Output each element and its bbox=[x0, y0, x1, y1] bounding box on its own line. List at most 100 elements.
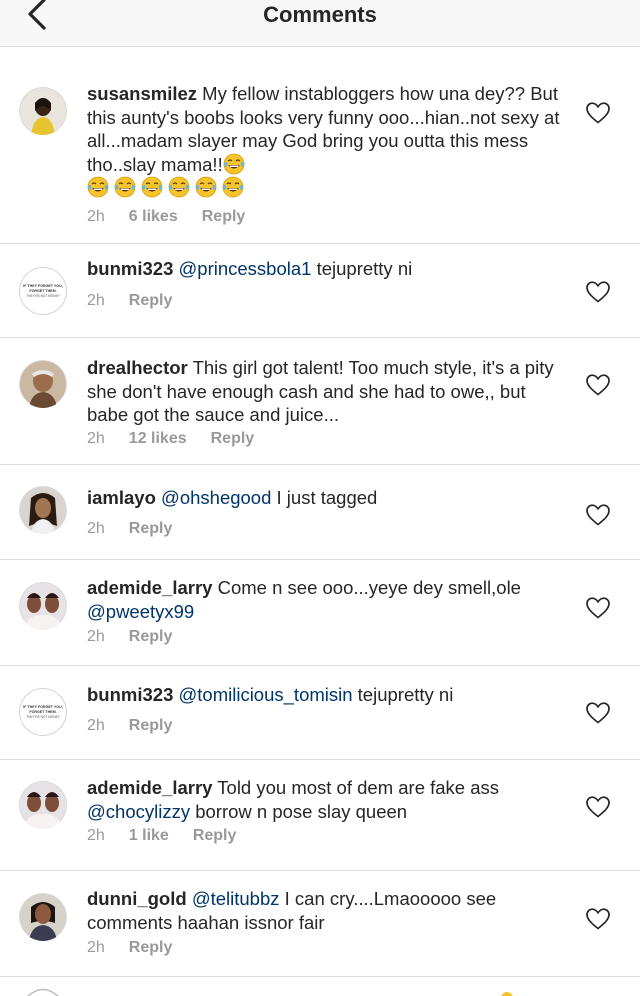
avatar-text-line: IF THEY FORGET YOU, bbox=[23, 705, 62, 709]
comment-likes[interactable]: 6 likes bbox=[129, 208, 178, 226]
heart-icon bbox=[586, 281, 610, 303]
comment-body: Come n see ooo...yeye dey smell,ole bbox=[217, 577, 521, 598]
comment-body: Told you most of dem are fake ass bbox=[217, 777, 500, 798]
comment-text: susansmilez My fellow instabloggers how … bbox=[87, 82, 567, 200]
avatar[interactable] bbox=[19, 781, 67, 829]
avatar-text-line: IF THEY FORGET YOU, bbox=[23, 284, 62, 288]
comment-username[interactable]: ademide_larry bbox=[87, 577, 212, 598]
comment-time: 2h bbox=[87, 939, 105, 956]
reply-button[interactable]: Reply bbox=[211, 430, 255, 448]
comments-header: Comments bbox=[0, 0, 640, 47]
comment-body: I just tagged bbox=[276, 487, 378, 508]
like-button[interactable] bbox=[585, 503, 611, 527]
reply-button[interactable]: Reply bbox=[202, 208, 246, 226]
profile-photo bbox=[19, 360, 67, 408]
comment-likes[interactable]: 12 likes bbox=[129, 430, 187, 448]
comment-body: tejupretty ni bbox=[316, 258, 413, 279]
reply-button[interactable]: Reply bbox=[129, 939, 173, 957]
comment-text: dunni_gold @telitubbz I can cry....Lmaoo… bbox=[87, 887, 567, 934]
avatar[interactable] bbox=[19, 360, 67, 408]
profile-photo bbox=[19, 893, 67, 941]
comment-mention[interactable]: @telitubbz bbox=[192, 888, 280, 909]
next-comment-partial bbox=[0, 985, 640, 996]
like-button[interactable] bbox=[585, 795, 611, 819]
comment-item: drealhector This girl got talent! Too mu… bbox=[0, 338, 640, 465]
comment-mention[interactable]: @ohshegood bbox=[161, 487, 271, 508]
avatar-text-line: FORGET THEM. bbox=[29, 289, 56, 293]
comment-item: ademide_larry Come n see ooo...yeye dey … bbox=[0, 560, 640, 666]
avatar-text-line: FORGET THEM. bbox=[29, 710, 56, 714]
comment-meta: 2h 12 likes Reply bbox=[87, 430, 254, 448]
comment-time: 2h bbox=[87, 520, 105, 537]
like-button[interactable] bbox=[585, 596, 611, 620]
comments-list: susansmilez My fellow instabloggers how … bbox=[0, 62, 640, 977]
like-button[interactable] bbox=[585, 101, 611, 125]
comment-username[interactable]: bunmi323 bbox=[87, 258, 173, 279]
reply-button[interactable]: Reply bbox=[129, 628, 173, 646]
avatar[interactable] bbox=[19, 893, 67, 941]
tears-of-joy-emoji bbox=[114, 176, 136, 198]
comment-username[interactable]: susansmilez bbox=[87, 83, 197, 104]
comment-mention[interactable]: @pweetyx99 bbox=[87, 601, 194, 622]
comment-time: 2h bbox=[87, 827, 105, 844]
comment-item: ademide_larry Told you most of dem are f… bbox=[0, 760, 640, 871]
profile-photo bbox=[19, 87, 67, 135]
profile-photo bbox=[19, 486, 67, 534]
avatar[interactable] bbox=[19, 582, 67, 630]
reply-button[interactable]: Reply bbox=[129, 520, 173, 538]
comment-text: ademide_larry Told you most of dem are f… bbox=[87, 776, 567, 823]
reply-button[interactable]: Reply bbox=[193, 827, 237, 845]
comment-item: iamlayo @ohshegood I just tagged 2h Repl… bbox=[0, 465, 640, 560]
comment-meta: 2h Reply bbox=[87, 628, 172, 646]
avatar[interactable] bbox=[19, 87, 67, 135]
comment-meta: 2h Reply bbox=[87, 520, 172, 538]
comment-item: IF THEY FORGET YOU, FORGET THEM. THEY'RE… bbox=[0, 666, 640, 760]
avatar[interactable]: IF THEY FORGET YOU, FORGET THEM. THEY'RE… bbox=[19, 688, 67, 736]
heart-icon bbox=[586, 702, 610, 724]
like-button[interactable] bbox=[585, 701, 611, 725]
comment-time: 2h bbox=[87, 430, 105, 447]
profile-photo: IF THEY FORGET YOU, FORGET THEM. THEY'RE… bbox=[19, 267, 67, 315]
reply-button[interactable]: Reply bbox=[129, 717, 173, 735]
comment-item: dunni_gold @telitubbz I can cry....Lmaoo… bbox=[0, 871, 640, 977]
comment-meta: 2h 6 likes Reply bbox=[87, 208, 245, 226]
comment-mention[interactable]: @chocylizzy bbox=[87, 801, 190, 822]
comment-body: tejupretty ni bbox=[357, 684, 454, 705]
comment-mention[interactable]: @tomilicious_tomisin bbox=[179, 684, 353, 705]
comment-time: 2h bbox=[87, 628, 105, 645]
comment-username[interactable]: drealhector bbox=[87, 357, 188, 378]
comment-username[interactable]: bunmi323 bbox=[87, 684, 173, 705]
comment-body-continued: borrow n pose slay queen bbox=[195, 800, 408, 822]
avatar-text-line: THEY'RE NOT MONEY bbox=[26, 715, 61, 719]
comment-username[interactable]: dunni_gold bbox=[87, 888, 187, 909]
comment-item: IF THEY FORGET YOU, FORGET THEM. THEY'RE… bbox=[0, 244, 640, 338]
comment-meta: 2h 1 like Reply bbox=[87, 827, 236, 845]
comment-username[interactable]: ademide_larry bbox=[87, 777, 212, 798]
comment-time: 2h bbox=[87, 717, 105, 734]
comment-text: drealhector This girl got talent! Too mu… bbox=[87, 356, 567, 427]
comment-mention[interactable]: @princessbola1 bbox=[179, 258, 312, 279]
comment-meta: 2h Reply bbox=[87, 717, 172, 735]
like-button[interactable] bbox=[585, 373, 611, 397]
avatar[interactable] bbox=[19, 486, 67, 534]
tears-of-joy-emoji bbox=[87, 176, 109, 198]
page-title: Comments bbox=[263, 2, 377, 27]
heart-icon bbox=[586, 102, 610, 124]
tears-of-joy-emoji bbox=[168, 176, 190, 198]
comment-username[interactable]: iamlayo bbox=[87, 487, 156, 508]
comment-text: ademide_larry Come n see ooo...yeye dey … bbox=[87, 576, 567, 623]
avatar-text-line: THEY'RE NOT MONEY bbox=[26, 294, 61, 298]
reply-button[interactable]: Reply bbox=[129, 292, 173, 310]
comment-item: susansmilez My fellow instabloggers how … bbox=[0, 62, 640, 244]
tears-of-joy-emoji bbox=[141, 176, 163, 198]
comment-text: bunmi323 @tomilicious_tomisin tejupretty… bbox=[87, 683, 567, 707]
comment-text: bunmi323 @princessbola1 tejupretty ni bbox=[87, 257, 567, 281]
avatar[interactable]: IF THEY FORGET YOU, FORGET THEM. THEY'RE… bbox=[19, 267, 67, 315]
tears-of-joy-emoji bbox=[222, 176, 244, 198]
profile-photo bbox=[19, 582, 67, 630]
like-button[interactable] bbox=[585, 907, 611, 931]
profile-photo: IF THEY FORGET YOU, FORGET THEM. THEY'RE… bbox=[19, 688, 67, 736]
heart-icon bbox=[586, 908, 610, 930]
like-button[interactable] bbox=[585, 280, 611, 304]
comment-likes[interactable]: 1 like bbox=[129, 827, 169, 845]
